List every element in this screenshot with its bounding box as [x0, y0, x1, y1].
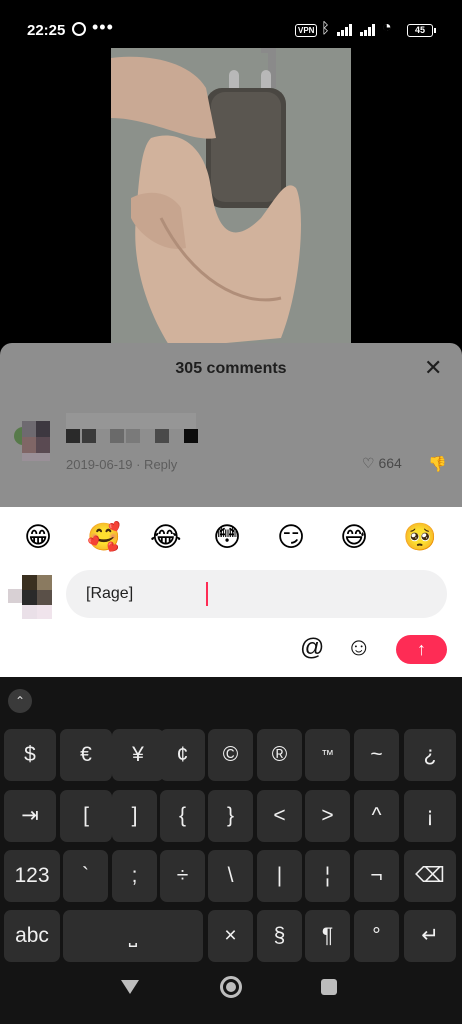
comment-likes[interactable]: ♡ 664	[362, 455, 402, 472]
key-pilcrow[interactable]: ¶	[305, 910, 350, 962]
enter-icon[interactable]: ↵	[404, 910, 456, 962]
key-tab[interactable]: ⇥	[4, 790, 56, 842]
key-less-than[interactable]: <	[257, 790, 302, 842]
key-right-bracket[interactable]: ]	[112, 790, 157, 842]
dislike-icon[interactable]: 👎	[428, 455, 447, 473]
emoji-sweat-smile[interactable]: 😅	[340, 519, 368, 555]
comments-count: 305 comments	[175, 360, 287, 377]
screen: 22:25 ••• VPN ᛒ ◔ 45 305 comments ✕ 2019…	[0, 0, 462, 1024]
emoji-smirk[interactable]: 😏	[277, 519, 305, 555]
emoji-pleading[interactable]: 🥺	[403, 519, 437, 555]
status-time: 22:25	[27, 22, 66, 39]
key-copyright[interactable]: ©	[208, 729, 253, 781]
key-degree[interactable]: °	[354, 910, 399, 962]
key-caret[interactable]: ^	[354, 790, 399, 842]
wifi-icon: ◔	[382, 19, 392, 36]
key-numbers[interactable]: 123	[4, 850, 60, 902]
comment-text-blur	[66, 413, 196, 429]
emoji-flushed[interactable]: 😳	[213, 519, 241, 555]
mention-icon[interactable]: @	[300, 634, 324, 662]
comment-username-pixel	[126, 429, 140, 443]
signal-icon-2	[360, 24, 378, 36]
heart-icon: ♡	[362, 455, 375, 471]
recents-icon[interactable]	[321, 979, 337, 995]
user-avatar[interactable]	[8, 575, 52, 621]
comment-username-pixel	[110, 429, 124, 443]
comments-sheet: 305 comments ✕ 2019-06-19 · Reply ♡ 664 …	[0, 343, 462, 513]
home-icon[interactable]	[220, 976, 242, 998]
key-broken-bar[interactable]: ¦	[305, 850, 350, 902]
comment-avatar[interactable]	[14, 421, 52, 461]
text-caret	[206, 582, 208, 606]
key-dollar[interactable]: $	[4, 729, 56, 781]
keyboard-toolbar-toggle-icon[interactable]: ⌃	[8, 689, 32, 713]
comment-username-pixel	[184, 429, 198, 443]
comment-input-value: [Rage]	[86, 585, 134, 602]
key-space[interactable]: ⎵	[63, 910, 203, 962]
like-count: 664	[378, 455, 402, 471]
vpn-badge: VPN	[295, 24, 318, 37]
comment-username-pixel	[66, 429, 80, 443]
key-multiply[interactable]: ×	[208, 910, 253, 962]
key-cent[interactable]: ¢	[160, 729, 205, 781]
key-inverted-exclamation[interactable]: ¡	[404, 790, 456, 842]
back-icon[interactable]	[121, 980, 139, 994]
comment-meta: 2019-06-19 · Reply	[66, 457, 178, 472]
keyboard: ⌃ $ € ¥ ¢ © ® ™ ~ ¿ ⇥ [ ] { } < > ^ ¡ 12…	[0, 677, 462, 1024]
battery-icon: 45	[407, 24, 436, 37]
key-greater-than[interactable]: >	[305, 790, 350, 842]
arrow-up-icon: ↑	[417, 639, 426, 659]
key-backslash[interactable]: \	[208, 850, 253, 902]
video-image	[111, 48, 351, 348]
close-icon[interactable]: ✕	[424, 357, 442, 379]
key-backtick[interactable]: `	[63, 850, 108, 902]
key-euro[interactable]: €	[60, 729, 112, 781]
comment-username-pixel	[82, 429, 96, 443]
key-left-brace[interactable]: {	[160, 790, 205, 842]
bluetooth-icon: ᛒ	[321, 20, 331, 37]
comment-username-pixel	[155, 429, 169, 443]
comment-input[interactable]: [Rage]	[66, 570, 447, 618]
key-divide[interactable]: ÷	[160, 850, 205, 902]
more-notifications-icon: •••	[92, 17, 114, 37]
key-not-sign[interactable]: ¬	[354, 850, 399, 902]
key-right-brace[interactable]: }	[208, 790, 253, 842]
emoji-hearts[interactable]: 🥰	[87, 519, 121, 555]
status-bar: 22:25 ••• VPN ᛒ ◔ 45	[0, 0, 462, 44]
key-pipe[interactable]: |	[257, 850, 302, 902]
send-button[interactable]: ↑	[396, 635, 447, 664]
key-inverted-question[interactable]: ¿	[404, 729, 456, 781]
key-section[interactable]: §	[257, 910, 302, 962]
whatsapp-icon	[72, 22, 86, 36]
system-navbar	[0, 962, 462, 1024]
emoji-quick-row: 😁 🥰 😂 😳 😏 😅 🥺	[0, 519, 462, 559]
key-abc[interactable]: abc	[4, 910, 60, 962]
video-frame[interactable]	[111, 48, 351, 348]
comment-composer: 😁 🥰 😂 😳 😏 😅 🥺 [Rage] @ ☺ ↑	[0, 507, 462, 677]
key-tilde[interactable]: ~	[354, 729, 399, 781]
key-semicolon[interactable]: ;	[112, 850, 157, 902]
key-left-bracket[interactable]: [	[60, 790, 112, 842]
key-yen[interactable]: ¥	[112, 729, 164, 781]
emoji-grin[interactable]: 😁	[24, 519, 52, 555]
backspace-icon[interactable]: ⌫	[404, 850, 456, 902]
key-trademark[interactable]: ™	[305, 729, 350, 781]
key-registered[interactable]: ®	[257, 729, 302, 781]
signal-icon	[337, 24, 355, 36]
emoji-picker-icon[interactable]: ☺	[346, 634, 372, 660]
emoji-joy[interactable]: 😂	[150, 519, 182, 555]
